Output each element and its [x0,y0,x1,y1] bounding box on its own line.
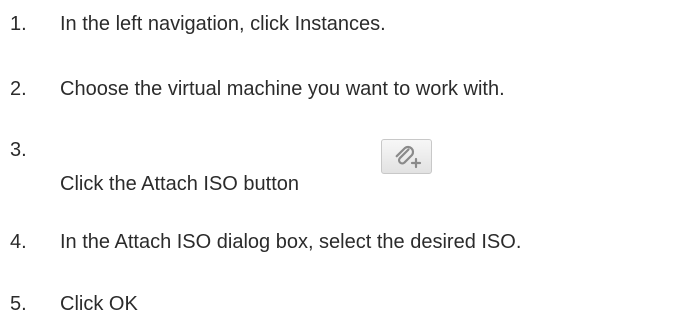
step-text: In the Attach ISO dialog box, select the… [60,231,522,253]
step-number: 5. [10,293,27,315]
step-number: 4. [10,231,27,253]
attach-iso-icon [395,145,422,169]
cropped-heading-fragment [0,0,676,4]
step-text: Click the Attach ISO button [60,173,300,195]
attach-iso-button-image [381,139,432,174]
step-text: Choose the virtual machine you want to w… [60,78,505,100]
step-text: In the left navigation, click Instances. [60,13,386,35]
step-text: Click OK [60,293,138,315]
step-number: 1. [10,13,27,35]
step-number: 3. [10,139,27,161]
step-item: 3. Click the Attach ISO button [0,138,676,198]
step-number: 2. [10,78,27,100]
